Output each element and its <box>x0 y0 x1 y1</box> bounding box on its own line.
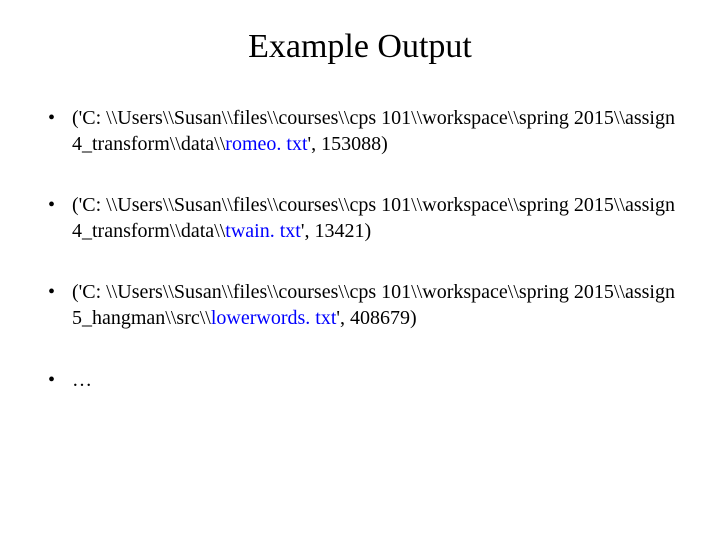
list-item: ('C: \\Users\\Susan\\files\\courses\\cps… <box>48 106 680 157</box>
list-item: … <box>48 368 680 394</box>
size-text: ', 408679) <box>336 307 416 329</box>
ellipsis-text: … <box>72 369 92 391</box>
list-item: ('C: \\Users\\Susan\\files\\courses\\cps… <box>48 280 680 331</box>
slide-title: Example Output <box>40 28 680 66</box>
size-text: ', 13421) <box>301 220 371 242</box>
filename-text: twain. txt <box>225 220 301 242</box>
filename-text: lowerwords. txt <box>211 307 337 329</box>
bullet-list: ('C: \\Users\\Susan\\files\\courses\\cps… <box>40 106 680 393</box>
list-item: ('C: \\Users\\Susan\\files\\courses\\cps… <box>48 193 680 244</box>
size-text: ', 153088) <box>308 133 388 155</box>
filename-text: romeo. txt <box>225 133 307 155</box>
path-text: ('C: \\Users\\Susan\\files\\courses\\cps… <box>72 194 675 242</box>
